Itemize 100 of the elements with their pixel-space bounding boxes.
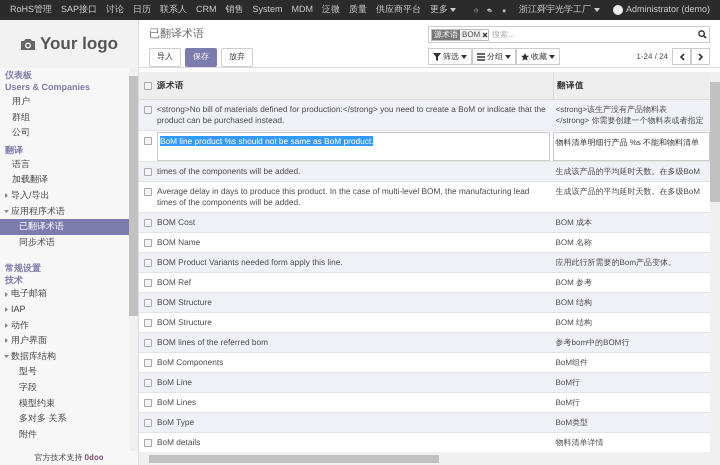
- menu-item[interactable]: 供应商平台: [376, 3, 422, 17]
- section-heading[interactable]: 仪表板: [0, 70, 129, 82]
- source-cell-text: BOM Structure: [156, 296, 213, 309]
- checkbox[interactable]: [144, 279, 152, 287]
- dropdown-button[interactable]: 收藏: [516, 48, 560, 65]
- source-cell-text: BoM details: [156, 436, 202, 449]
- checkbox[interactable]: [144, 339, 152, 347]
- menu-item[interactable]: MDM: [292, 3, 314, 17]
- menu-item[interactable]: 日历: [133, 3, 152, 17]
- next-button[interactable]: [691, 48, 710, 65]
- checkbox[interactable]: [144, 259, 152, 267]
- menu-folder[interactable]: 数据库结构: [0, 348, 129, 364]
- menu-item[interactable]: 模型约束: [0, 396, 129, 412]
- menu-folder[interactable]: 电子邮箱: [0, 286, 129, 302]
- menu-item[interactable]: RoHS管理: [10, 3, 52, 17]
- source-cell-text: BoM Type: [156, 416, 196, 429]
- caret-icon: [505, 54, 511, 58]
- caret-icon: [594, 8, 600, 12]
- menu-item[interactable]: 公司: [0, 125, 129, 141]
- scrollbar[interactable]: [129, 68, 138, 451]
- checkbox[interactable]: [144, 299, 152, 307]
- menu-item[interactable]: 讨论: [106, 3, 124, 17]
- menu-item[interactable]: 附件: [0, 426, 129, 442]
- checkbox[interactable]: [144, 239, 152, 247]
- checkbox[interactable]: [144, 219, 152, 227]
- menu-item[interactable]: 质量: [349, 3, 368, 17]
- user-menu[interactable]: Administrator (demo): [612, 3, 710, 17]
- menu-item[interactable]: 多对多 关系: [0, 411, 129, 427]
- source-cell-text: BOM Name: [156, 236, 202, 249]
- checkbox[interactable]: [144, 319, 152, 327]
- menu-item[interactable]: 同步术语: [0, 234, 129, 250]
- menu-item[interactable]: 用户: [0, 94, 129, 110]
- horizontal-scrollbar[interactable]: [139, 452, 720, 465]
- chat-icon: [487, 6, 493, 14]
- toolbar-button[interactable]: 导入: [149, 48, 181, 66]
- translation-textarea[interactable]: 物料清单明细行产品 %s 不能和物料清单: [552, 132, 710, 161]
- save-button[interactable]: 保存: [185, 48, 217, 66]
- menu-folder[interactable]: 用户界面: [0, 333, 129, 349]
- menu-item[interactable]: 泛微: [322, 3, 340, 17]
- dropdown-button[interactable]: 筛选: [428, 48, 472, 65]
- facet-category: 源术语: [432, 30, 460, 40]
- checkbox[interactable]: [144, 82, 152, 90]
- search-field[interactable]: 源术语 BOM 搜索...: [428, 26, 710, 43]
- checkbox[interactable]: [144, 137, 152, 145]
- section-heading[interactable]: 常规设置: [0, 262, 129, 274]
- menu-item[interactable]: 更多: [430, 3, 456, 17]
- source-cell-text: BOM Cost: [156, 216, 196, 229]
- menu-folder[interactable]: 导入/导出: [0, 188, 129, 204]
- caret-icon: [461, 54, 467, 58]
- menu-item[interactable]: 语言: [0, 156, 129, 172]
- menu-folder[interactable]: IAP: [0, 302, 129, 318]
- menu-folder[interactable]: 动作: [0, 318, 129, 334]
- menu-item[interactable]: 型号: [0, 364, 129, 380]
- source-cell-text: BoM Line: [156, 376, 193, 389]
- menu-item[interactable]: 已翻译术语: [0, 219, 129, 235]
- translation-cell-text: BOM 结构: [554, 317, 593, 329]
- menu-item[interactable]: System: [252, 3, 283, 17]
- translation-cell-text: 参考bom中的BOM行: [554, 337, 630, 349]
- menu-item[interactable]: 加载翻译: [0, 172, 129, 188]
- company-switcher[interactable]: 浙江舜宇光学工厂: [518, 3, 600, 17]
- checkbox[interactable]: [144, 379, 152, 387]
- checkbox[interactable]: [144, 106, 152, 114]
- previous-button[interactable]: [672, 48, 691, 65]
- checkbox[interactable]: [144, 399, 152, 407]
- menu-item[interactable]: 群组: [0, 110, 129, 126]
- column-header[interactable]: 源术语: [157, 72, 554, 99]
- checkbox[interactable]: [144, 359, 152, 367]
- checkbox[interactable]: [144, 188, 152, 196]
- translation-cell-text: BOM 名称: [554, 237, 593, 249]
- chevron-left-icon: [678, 52, 684, 60]
- section-heading[interactable]: 翻译: [0, 144, 129, 157]
- translation-cell-text: <strong>该生产没有产品物料表 </strong> 你需要创建一个物料表或者指定: [554, 104, 705, 127]
- search-facet[interactable]: 源术语 BOM: [431, 28, 490, 40]
- checkbox[interactable]: [144, 419, 152, 427]
- source-cell-text: BoM Lines: [156, 396, 198, 409]
- source-cell-text: Average delay in days to produce this product. In the case of multi-level BOM, the manufacturing lead times of the components will be added.: [156, 185, 530, 209]
- menu-item[interactable]: CRM: [196, 3, 217, 17]
- section-heading[interactable]: 技术: [0, 274, 129, 286]
- menu-item[interactable]: SAP接口: [61, 3, 98, 17]
- translation-cell-text: 应用此行所需要的Bom产品变体。: [554, 257, 677, 269]
- dropdown-button[interactable]: 分组: [472, 48, 516, 65]
- menu-item[interactable]: 销售: [226, 3, 244, 17]
- menu-item[interactable]: 联系人: [160, 3, 188, 17]
- logo-text: Your logo: [40, 33, 118, 56]
- source-cell-text: BOM lines of the referred bom: [156, 336, 270, 349]
- checkbox[interactable]: [144, 168, 152, 176]
- menu-item[interactable]: 字段: [0, 380, 129, 396]
- brand-link[interactable]: Odoo: [84, 452, 104, 464]
- source-cell-text: BOM Structure: [156, 316, 213, 329]
- toolbar-button[interactable]: 放弃: [221, 48, 253, 66]
- section-heading[interactable]: Users & Companies: [0, 82, 129, 94]
- checkbox[interactable]: [144, 439, 152, 447]
- column-header[interactable]: 翻译值: [554, 79, 710, 92]
- pager-text: 1-24 / 24: [636, 50, 668, 62]
- search-icon: [698, 30, 707, 39]
- translation-cell-text: 生成该产品的平均延时天数。在多级BoM: [554, 186, 701, 198]
- scrollbar[interactable]: [710, 72, 720, 452]
- menu-folder[interactable]: 应用程序术语: [0, 204, 129, 220]
- translation-cell-text: 生成该产品的平均延时天数。在多级BoM: [554, 166, 701, 178]
- star-icon: [521, 52, 529, 60]
